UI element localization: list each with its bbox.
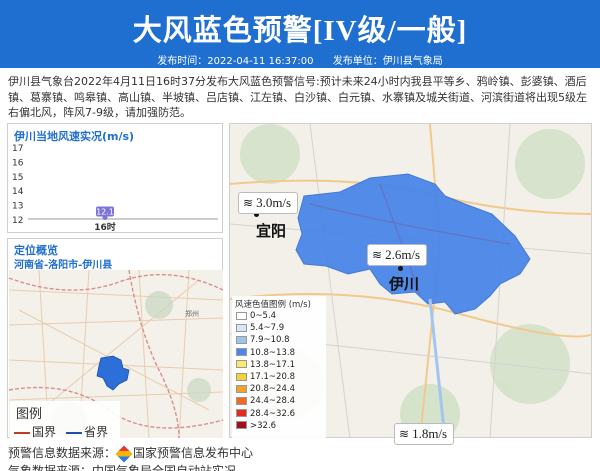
- scale-item-label: 28.4~32.6: [250, 408, 295, 419]
- color-swatch: [236, 311, 247, 320]
- scale-item: 7.9~10.8: [236, 335, 290, 345]
- warning-center-logo-icon: [115, 445, 133, 462]
- location-path: 河南省-洛阳市-伊川县: [14, 260, 113, 271]
- wind-panel-title: 伊川当地风速实况(m/s): [14, 130, 135, 143]
- color-swatch: [236, 421, 247, 430]
- scale-item-label: >32.6: [250, 420, 277, 431]
- wind-speed-panel: 17 16 15 14 13 12 12.1 16时 伊川当地风速实况(m/s): [7, 123, 223, 233]
- wind-icon: ≋: [243, 196, 254, 210]
- city-yiyang: 宜阳: [256, 222, 287, 240]
- scale-item: 17.1~20.8: [236, 372, 295, 382]
- scale-title: 风速色值图例 (m/s): [235, 300, 311, 310]
- color-swatch: [236, 409, 247, 418]
- color-swatch: [236, 396, 247, 405]
- scale-item: 10.8~13.8: [236, 348, 295, 358]
- svg-text:郑州: 郑州: [185, 310, 199, 318]
- wind-speed-scale-legend: 风速色值图例 (m/s) 0~5.4 5.4~7.9 7.9~10.8 10.8~13…: [232, 296, 326, 438]
- weather-data-source: 气象数据来源：中国气象局全国自动站实况: [8, 464, 237, 471]
- source-name[interactable]: 国家预警信息发布中心: [133, 446, 253, 460]
- warning-description: 伊川县气象台2022年4月11日16时37分发布大风蓝色预警信号:预计未来24小…: [8, 75, 587, 119]
- legend-national-border: 国界: [14, 423, 56, 439]
- scale-item: >32.6: [236, 421, 276, 431]
- data-point[interactable]: [102, 215, 108, 221]
- y-tick-label: 16: [12, 158, 24, 168]
- scale-item-label: 5.4~7.9: [250, 323, 285, 334]
- location-overview-panel: 定位概览 河南省-洛阳市-伊川县 郑州 图例 国界 省界: [7, 238, 223, 439]
- scale-item: 0~5.4: [236, 311, 276, 321]
- scale-item: 28.4~32.6: [236, 409, 295, 419]
- color-swatch: [236, 335, 247, 344]
- map-legend: 图例 国界 省界: [10, 401, 120, 439]
- y-tick-label: 12: [12, 216, 23, 226]
- national-border-line-icon: [14, 431, 30, 434]
- publish-time: 发布时间：2022-04-11 16:37:00: [157, 56, 314, 67]
- legend-province-border: 省界: [66, 423, 108, 439]
- scale-item-label: 0~5.4: [250, 311, 277, 321]
- x-tick-label: 16时: [94, 221, 116, 233]
- scale-item-label: 7.9~10.8: [250, 335, 290, 346]
- color-swatch: [236, 348, 247, 357]
- wind-label-yiyang: ≋ 3.0m/s: [238, 192, 299, 214]
- province-border-line-icon: [66, 431, 82, 434]
- scale-item-label: 20.8~24.4: [250, 384, 295, 395]
- scale-item-label: 10.8~13.8: [250, 347, 295, 358]
- scale-item-label: 13.8~17.1: [250, 359, 295, 370]
- scale-item-label: 17.1~20.8: [250, 372, 295, 382]
- warning-header: 大风蓝色预警[IV级/一般] 发布时间：2022-04-11 16:37:00 …: [0, 0, 600, 68]
- wind-icon: ≋: [399, 427, 410, 441]
- city-yichuan-dot: [398, 266, 403, 271]
- scale-item: 5.4~7.9: [236, 323, 284, 333]
- y-tick-label: 15: [12, 173, 23, 183]
- color-swatch: [236, 360, 247, 369]
- y-tick-label: 13: [12, 202, 23, 212]
- data-source-line: 预警信息数据来源： 国家预警信息发布中心: [8, 444, 253, 462]
- wind-label-yichuan: ≋ 2.6m/s: [367, 244, 428, 266]
- y-tick-label: 17: [12, 144, 23, 154]
- warning-title: 大风蓝色预警[IV级/一般]: [132, 15, 468, 47]
- wind-icon: ≋: [372, 248, 383, 262]
- legend-title: 图例: [16, 407, 43, 422]
- scale-item-label: 24.4~28.4: [250, 396, 295, 407]
- color-swatch: [236, 384, 247, 393]
- scale-item: 24.4~28.4: [236, 396, 295, 406]
- scale-item: 13.8~17.1: [236, 360, 295, 370]
- wind-label-south: ≋ 1.8m/s: [394, 423, 455, 445]
- publish-info: 发布时间：2022-04-11 16:37:00 发布单位：伊川县气象局: [0, 52, 600, 67]
- color-swatch: [236, 323, 247, 332]
- publish-unit: 发布单位：伊川县气象局: [332, 56, 443, 67]
- color-swatch: [236, 372, 247, 381]
- y-tick-label: 14: [12, 187, 24, 197]
- city-yichuan: 伊川: [389, 275, 420, 293]
- source-label: 预警信息数据来源：: [8, 446, 117, 460]
- scale-item: 20.8~24.4: [236, 384, 295, 394]
